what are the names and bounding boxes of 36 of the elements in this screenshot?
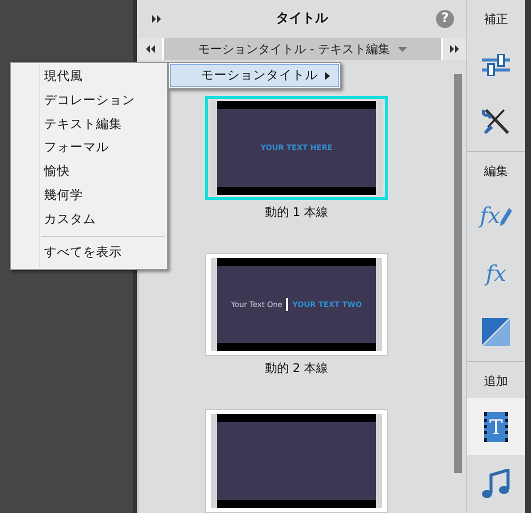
thumbnail-caption: 動的 1 本線 — [264, 204, 328, 221]
title-thumbnail[interactable] — [205, 409, 388, 513]
next-button[interactable] — [443, 38, 466, 60]
submenu-item[interactable]: モーションタイトル — [170, 64, 339, 87]
fx-icon: fx — [480, 206, 500, 228]
fast-forward-icon — [152, 15, 161, 23]
section-label: 編集 — [483, 163, 509, 180]
title-tool[interactable]: T — [467, 398, 525, 456]
menu-item[interactable]: フォーマル — [11, 136, 167, 160]
scrollbar-thumb[interactable] — [454, 74, 462, 473]
menu-item[interactable]: 現代風 — [11, 65, 167, 89]
fast-forward-icon — [450, 45, 459, 53]
menu-item[interactable]: 幾何学 — [11, 184, 167, 208]
submenu-arrow-icon — [325, 72, 330, 80]
menu-item[interactable]: カスタム — [11, 208, 167, 232]
caret-icon — [398, 46, 407, 52]
panel-title: タイトル — [275, 10, 330, 28]
menu-item[interactable]: すべてを表示 — [11, 241, 167, 265]
section-label: 補正 — [483, 11, 509, 28]
category-dropdown[interactable]: モーションタイトル - テキスト編集 — [164, 38, 441, 60]
thumbnail-caption: 動的 2 本線 — [264, 360, 328, 378]
section-label: 追加 — [483, 372, 509, 390]
rewind-icon — [146, 45, 155, 53]
menu-item[interactable]: 愉快 — [11, 160, 167, 184]
menu-item[interactable]: テキスト編集 — [11, 112, 167, 136]
sliders-icon — [482, 54, 510, 76]
divider-bar — [286, 298, 288, 311]
transition-icon — [482, 318, 510, 346]
previous-button[interactable] — [139, 38, 162, 60]
fx-icon: fx — [486, 264, 506, 286]
wrench-screwdriver-icon — [482, 108, 510, 136]
menu-item[interactable]: デコレーション — [11, 88, 167, 112]
music-note-icon — [482, 469, 510, 500]
submenu-label: モーションタイトル — [201, 66, 318, 84]
title-icon: T — [484, 412, 508, 442]
pen-icon — [500, 208, 512, 226]
